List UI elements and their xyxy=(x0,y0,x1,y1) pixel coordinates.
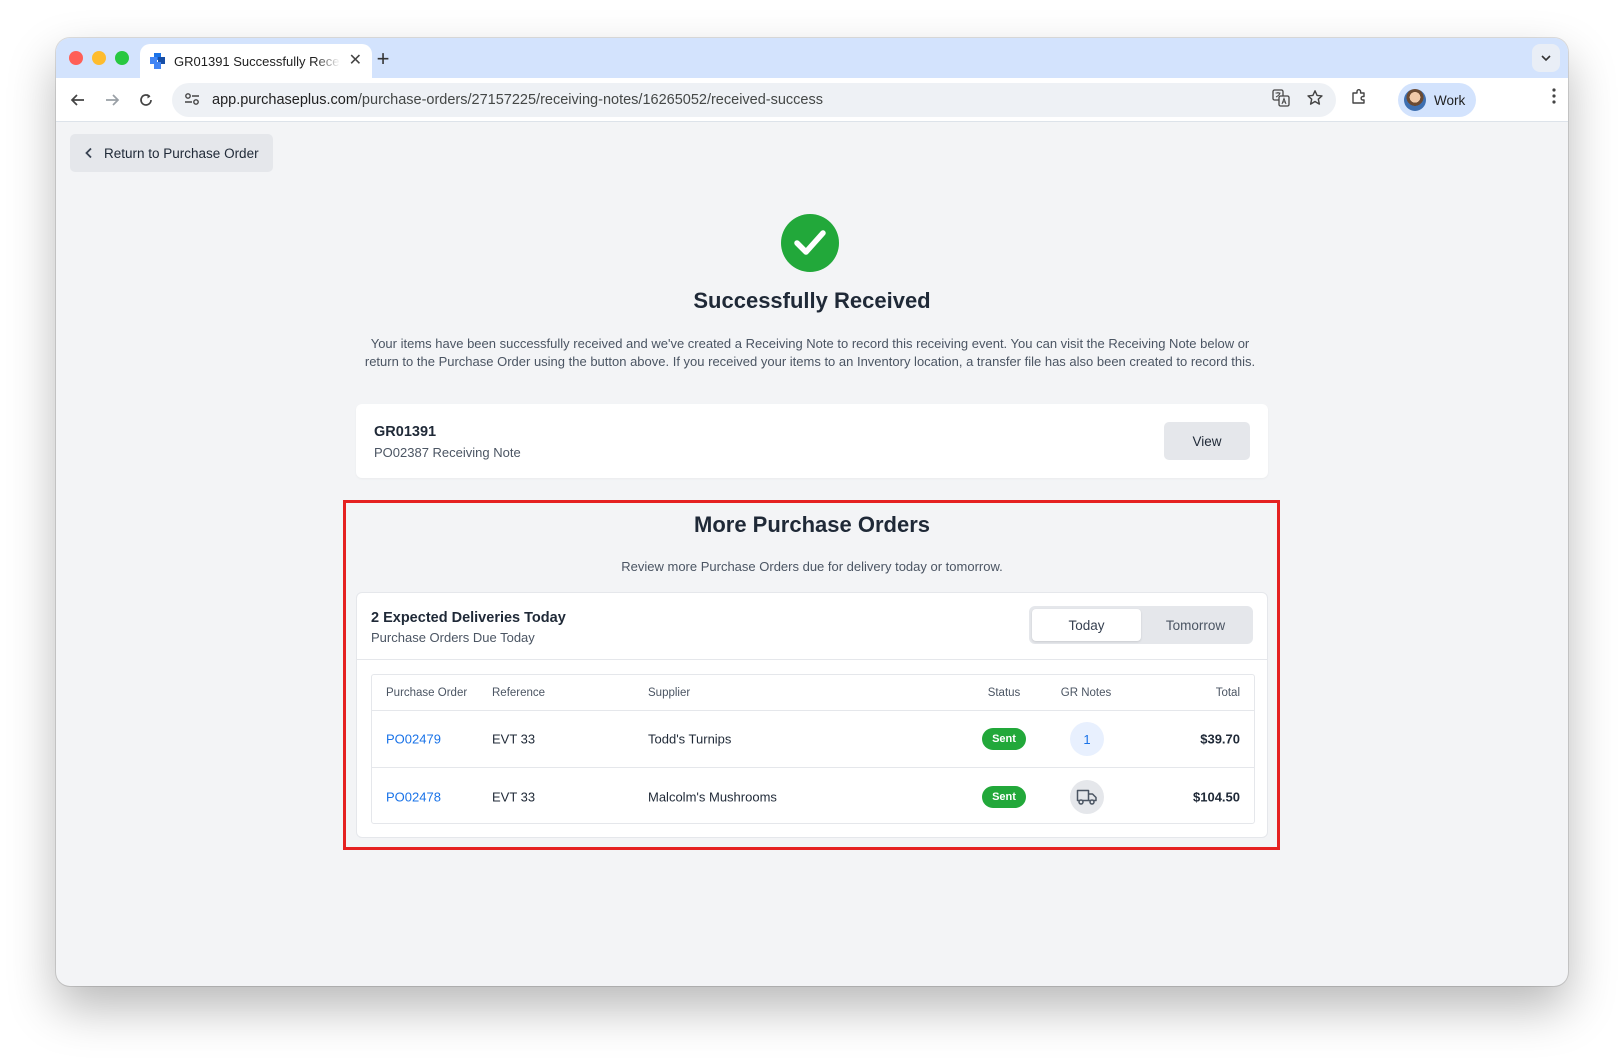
translate-icon[interactable] xyxy=(1272,89,1290,111)
success-description: Your items have been successfully receiv… xyxy=(364,336,1256,369)
column-header-purchase-order[interactable]: Purchase Order xyxy=(386,687,467,699)
supplier-cell: Todd's Turnips xyxy=(648,731,732,747)
avatar xyxy=(1404,89,1426,111)
profile-button[interactable]: Work xyxy=(1398,83,1476,117)
browser-window: GR01391 Successfully Received ✕ + app.pu… xyxy=(56,38,1568,986)
column-header-supplier[interactable]: Supplier xyxy=(648,687,690,699)
tab-strip: GR01391 Successfully Received ✕ + xyxy=(56,38,1568,78)
reload-icon xyxy=(140,94,152,106)
site-settings-icon[interactable] xyxy=(184,92,200,109)
reference-cell: EVT 33 xyxy=(492,789,536,804)
browser-tab-active[interactable]: GR01391 Successfully Received ✕ xyxy=(140,44,372,78)
minimize-window-button[interactable] xyxy=(92,51,106,65)
purchaseplus-favicon-icon xyxy=(150,53,166,69)
page-title: Successfully Received xyxy=(693,288,931,313)
gr-notes-count-button[interactable]: 1 xyxy=(1070,722,1104,756)
more-purchase-orders-description: Review more Purchase Orders due for deli… xyxy=(621,559,1003,574)
divider xyxy=(357,659,1267,660)
tab-search-button[interactable] xyxy=(1532,44,1560,72)
bookmark-star-icon[interactable] xyxy=(1306,89,1324,111)
table-header-row: Purchase Order Reference Supplier Status… xyxy=(372,675,1254,711)
arrow-left-icon xyxy=(70,94,84,106)
column-header-reference[interactable]: Reference xyxy=(492,687,545,699)
status-badge: Sent xyxy=(982,728,1026,750)
purchase-order-link[interactable]: PO02479 xyxy=(386,732,441,747)
table-row[interactable]: PO02479 EVT 33 Todd's Turnips Sent 1 $39… xyxy=(372,711,1254,768)
extensions-puzzle-icon[interactable] xyxy=(1350,88,1368,111)
day-toggle: Today Tomorrow xyxy=(1029,606,1253,644)
column-header-status[interactable]: Status xyxy=(982,687,1026,699)
table-row[interactable]: PO02478 EVT 33 Malcolm's Mushrooms Sent … xyxy=(372,768,1254,825)
forward-button[interactable] xyxy=(100,88,124,112)
return-to-purchase-order-button[interactable]: Return to Purchase Order xyxy=(70,134,273,172)
expected-deliveries-title: 2 Expected Deliveries Today xyxy=(371,610,566,626)
receiving-note-card: GR01391 PO02387 Receiving Note View xyxy=(356,404,1268,478)
success-check-icon xyxy=(781,214,839,272)
receiving-note-id: GR01391 xyxy=(374,424,437,440)
view-receiving-note-button[interactable]: View xyxy=(1164,422,1250,460)
tab-title: GR01391 Successfully Received xyxy=(174,53,340,69)
profile-label: Work xyxy=(1434,92,1466,108)
status-cell: Sent xyxy=(982,785,1026,808)
column-header-gr-notes[interactable]: GR Notes xyxy=(1060,687,1112,699)
maximize-window-button[interactable] xyxy=(115,51,129,65)
supplier-cell: Malcolm's Mushrooms xyxy=(648,789,777,804)
page-content: Return to Purchase Order Successfully Re… xyxy=(56,122,1568,986)
expected-deliveries-subtitle: Purchase Orders Due Today xyxy=(371,630,535,645)
purchase-order-link[interactable]: PO02478 xyxy=(386,789,441,804)
browser-menu-icon[interactable] xyxy=(1552,88,1556,109)
browser-toolbar: app.purchaseplus.com/purchase-orders/271… xyxy=(56,78,1568,122)
column-header-total[interactable]: Total xyxy=(1216,687,1240,699)
address-bar[interactable]: app.purchaseplus.com/purchase-orders/271… xyxy=(172,83,1336,117)
more-purchase-orders-title: More Purchase Orders xyxy=(694,512,930,537)
back-button[interactable] xyxy=(66,88,90,112)
new-tab-button[interactable]: + xyxy=(372,46,394,72)
url-text: app.purchaseplus.com/purchase-orders/271… xyxy=(212,92,823,108)
toggle-today[interactable]: Today xyxy=(1032,609,1141,641)
purchase-orders-table: Purchase Order Reference Supplier Status… xyxy=(371,674,1255,824)
chevron-down-icon xyxy=(1541,55,1551,62)
toggle-tomorrow[interactable]: Tomorrow xyxy=(1141,609,1250,641)
receiving-note-subtitle: PO02387 Receiving Note xyxy=(374,445,521,460)
chevron-left-icon xyxy=(85,147,92,159)
tab-close-icon[interactable]: ✕ xyxy=(349,53,362,69)
total-cell: $39.70 xyxy=(1200,731,1240,747)
close-window-button[interactable] xyxy=(69,51,83,65)
reload-button[interactable] xyxy=(134,88,158,112)
status-cell: Sent xyxy=(982,728,1026,750)
receive-goods-button[interactable] xyxy=(1070,779,1104,814)
arrow-right-icon xyxy=(106,94,120,106)
status-badge: Sent xyxy=(982,785,1026,808)
truck-icon xyxy=(1076,789,1097,805)
reference-cell: EVT 33 xyxy=(492,731,536,747)
total-cell: $104.50 xyxy=(1193,789,1240,804)
return-button-label: Return to Purchase Order xyxy=(104,145,259,161)
expected-deliveries-card: 2 Expected Deliveries Today Purchase Ord… xyxy=(356,592,1268,838)
